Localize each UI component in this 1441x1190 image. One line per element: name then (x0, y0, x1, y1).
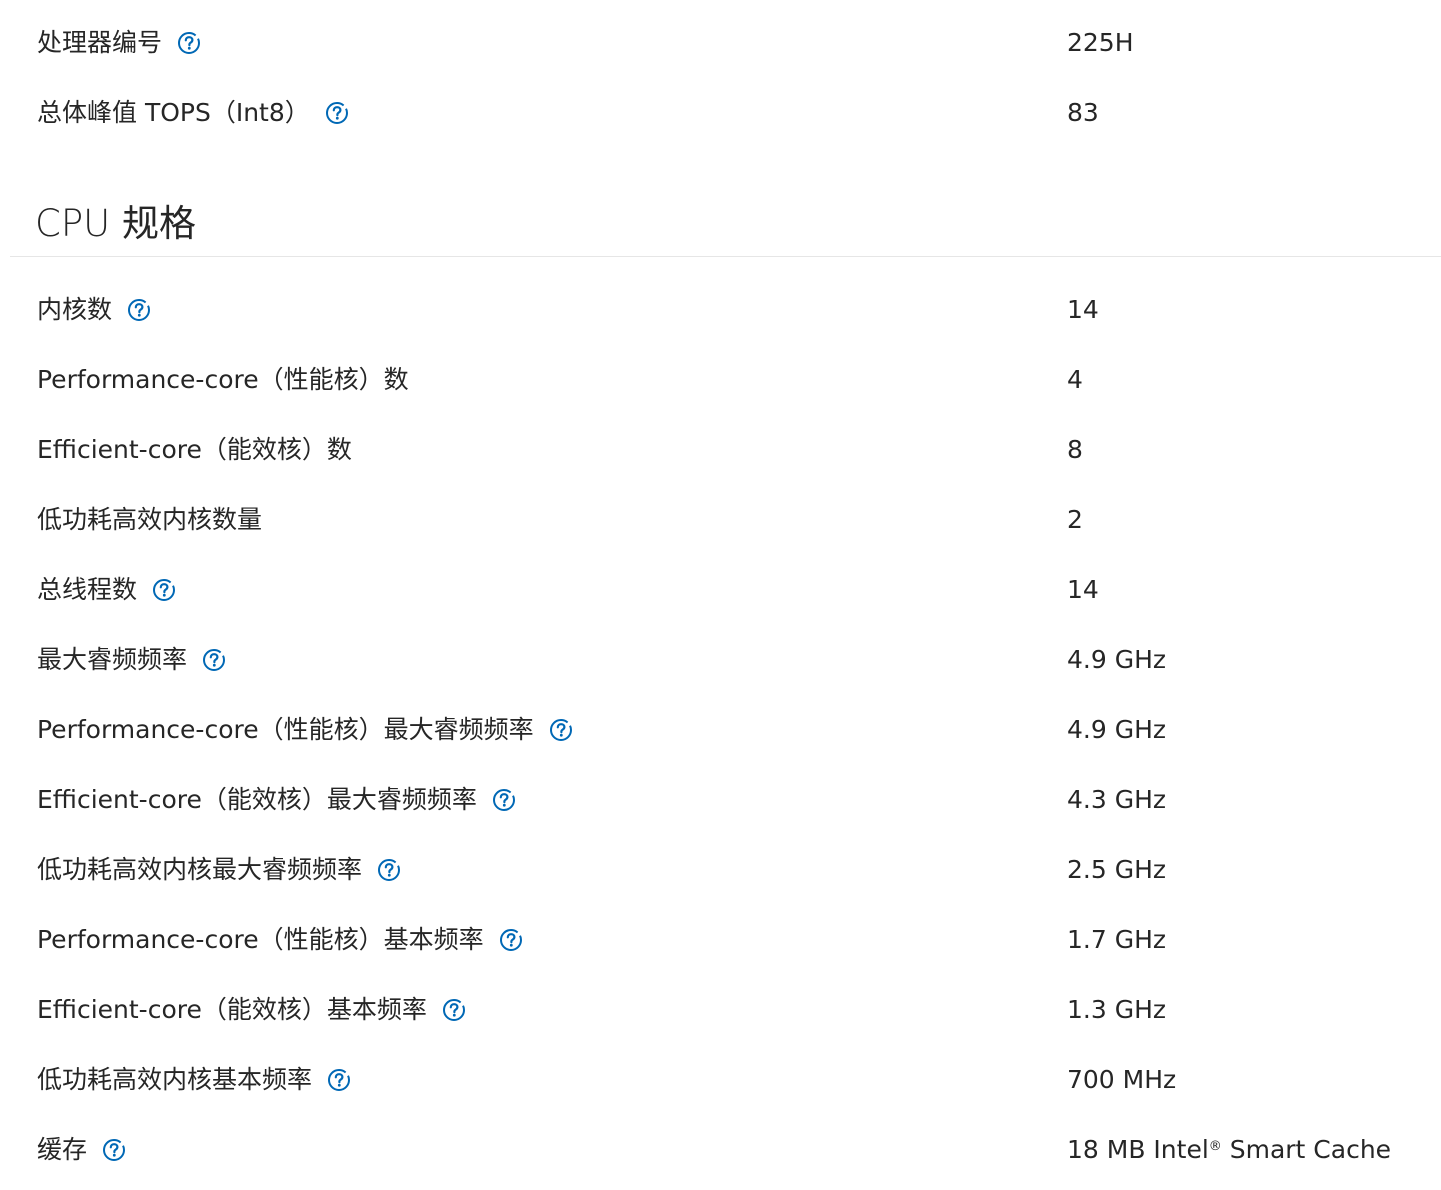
spec-label-text: 低功耗高效内核最大睿频频率 (37, 855, 363, 884)
section-title-cpu-specs: CPU 规格 (35, 202, 196, 245)
spec-label: 总体峰值 TOPS（Int8） (37, 78, 349, 148)
spec-row-processor-number: 处理器编号 225H (0, 8, 1441, 78)
spec-label-text: Efficient-core（能效核）数 (37, 435, 352, 464)
spec-value-prefix: 18 MB Intel (1067, 1135, 1209, 1164)
spec-label-text: 低功耗高效内核数量 (37, 505, 263, 534)
section-divider (10, 256, 1441, 257)
spec-label-text: 缓存 (37, 1135, 88, 1164)
spec-row: 缓存 18 MB Intel® Smart Cache (0, 1115, 1441, 1185)
help-icon[interactable] (127, 298, 151, 322)
spec-value: 14 (1067, 575, 1099, 604)
spec-label: 最大睿频频率 (37, 625, 226, 695)
spec-value: 83 (1067, 98, 1099, 127)
help-icon[interactable] (442, 998, 466, 1022)
spec-label-text: Performance-core（性能核）最大睿频频率 (37, 715, 534, 744)
spec-row: 低功耗高效内核数量 2 (0, 485, 1441, 555)
spec-label-text: 内核数 (37, 295, 113, 324)
help-icon[interactable] (377, 858, 401, 882)
help-icon[interactable] (327, 1068, 351, 1092)
help-icon[interactable] (152, 578, 176, 602)
spec-value: 4 (1067, 365, 1083, 394)
spec-value: 4.9 GHz (1067, 715, 1166, 744)
spec-value: 2 (1067, 505, 1083, 534)
help-icon[interactable] (549, 718, 573, 742)
spec-label-text: Performance-core（性能核）数 (37, 365, 409, 394)
spec-label: 处理器编号 (37, 8, 201, 78)
spec-label-text: 处理器编号 (37, 28, 163, 57)
spec-label: Efficient-core（能效核）数 (37, 415, 352, 485)
spec-value: 700 MHz (1067, 1065, 1177, 1094)
spec-value: 225H (1067, 28, 1134, 57)
spec-row: 内核数 14 (0, 275, 1441, 345)
spec-label: 内核数 (37, 275, 151, 345)
spec-row: 低功耗高效内核基本频率 700 MHz (0, 1045, 1441, 1115)
spec-value: 8 (1067, 435, 1083, 464)
spec-value-suffix: Smart Cache (1221, 1135, 1392, 1164)
spec-value: 2.5 GHz (1067, 855, 1166, 884)
help-icon[interactable] (202, 648, 226, 672)
spec-label: 总线程数 (37, 555, 176, 625)
spec-label-text: Efficient-core（能效核）最大睿频频率 (37, 785, 477, 814)
spec-label: 缓存 (37, 1115, 126, 1185)
spec-value: 1.7 GHz (1067, 925, 1166, 954)
spec-value: 18 MB Intel® Smart Cache (1067, 1115, 1391, 1185)
spec-label-text: Performance-core（性能核）基本频率 (37, 925, 484, 954)
spec-value: 14 (1067, 295, 1099, 324)
spec-row: 总线程数 14 (0, 555, 1441, 625)
spec-row: Performance-core（性能核）基本频率 1.7 GHz (0, 905, 1441, 975)
spec-value: 4.3 GHz (1067, 785, 1166, 814)
spec-label: Performance-core（性能核）基本频率 (37, 905, 523, 975)
help-icon[interactable] (492, 788, 516, 812)
spec-label-text: 最大睿频频率 (37, 645, 188, 674)
spec-row: Efficient-core（能效核）数 8 (0, 415, 1441, 485)
spec-row: Efficient-core（能效核）最大睿频频率 4.3 GHz (0, 765, 1441, 835)
spec-label: 低功耗高效内核数量 (37, 485, 262, 555)
registered-mark: ® (1208, 1139, 1222, 1154)
spec-label-text: 总线程数 (37, 575, 138, 604)
spec-row: 低功耗高效内核最大睿频频率 2.5 GHz (0, 835, 1441, 905)
spec-label-text: Efficient-core（能效核）基本频率 (37, 995, 427, 1024)
spec-row: 最大睿频频率 4.9 GHz (0, 625, 1441, 695)
spec-label: Efficient-core（能效核）最大睿频频率 (37, 765, 516, 835)
spec-row: Efficient-core（能效核）基本频率 1.3 GHz (0, 975, 1441, 1045)
spec-label: 低功耗高效内核基本频率 (37, 1045, 351, 1115)
help-icon[interactable] (177, 31, 201, 55)
spec-label: Performance-core（性能核）最大睿频频率 (37, 695, 573, 765)
spec-label: 低功耗高效内核最大睿频频率 (37, 835, 401, 905)
spec-row-peak-tops: 总体峰值 TOPS（Int8） 83 (0, 78, 1441, 148)
spec-label: Performance-core（性能核）数 (37, 345, 409, 415)
spec-label: Efficient-core（能效核）基本频率 (37, 975, 466, 1045)
spec-label-text: 总体峰值 TOPS（Int8） (37, 98, 310, 127)
spec-row: Performance-core（性能核）数 4 (0, 345, 1441, 415)
help-icon[interactable] (499, 928, 523, 952)
help-icon[interactable] (325, 101, 349, 125)
spec-value: 1.3 GHz (1067, 995, 1166, 1024)
spec-label-text: 低功耗高效内核基本频率 (37, 1065, 313, 1094)
help-icon[interactable] (102, 1138, 126, 1162)
spec-row: Performance-core（性能核）最大睿频频率 4.9 GHz (0, 695, 1441, 765)
spec-value: 4.9 GHz (1067, 645, 1166, 674)
